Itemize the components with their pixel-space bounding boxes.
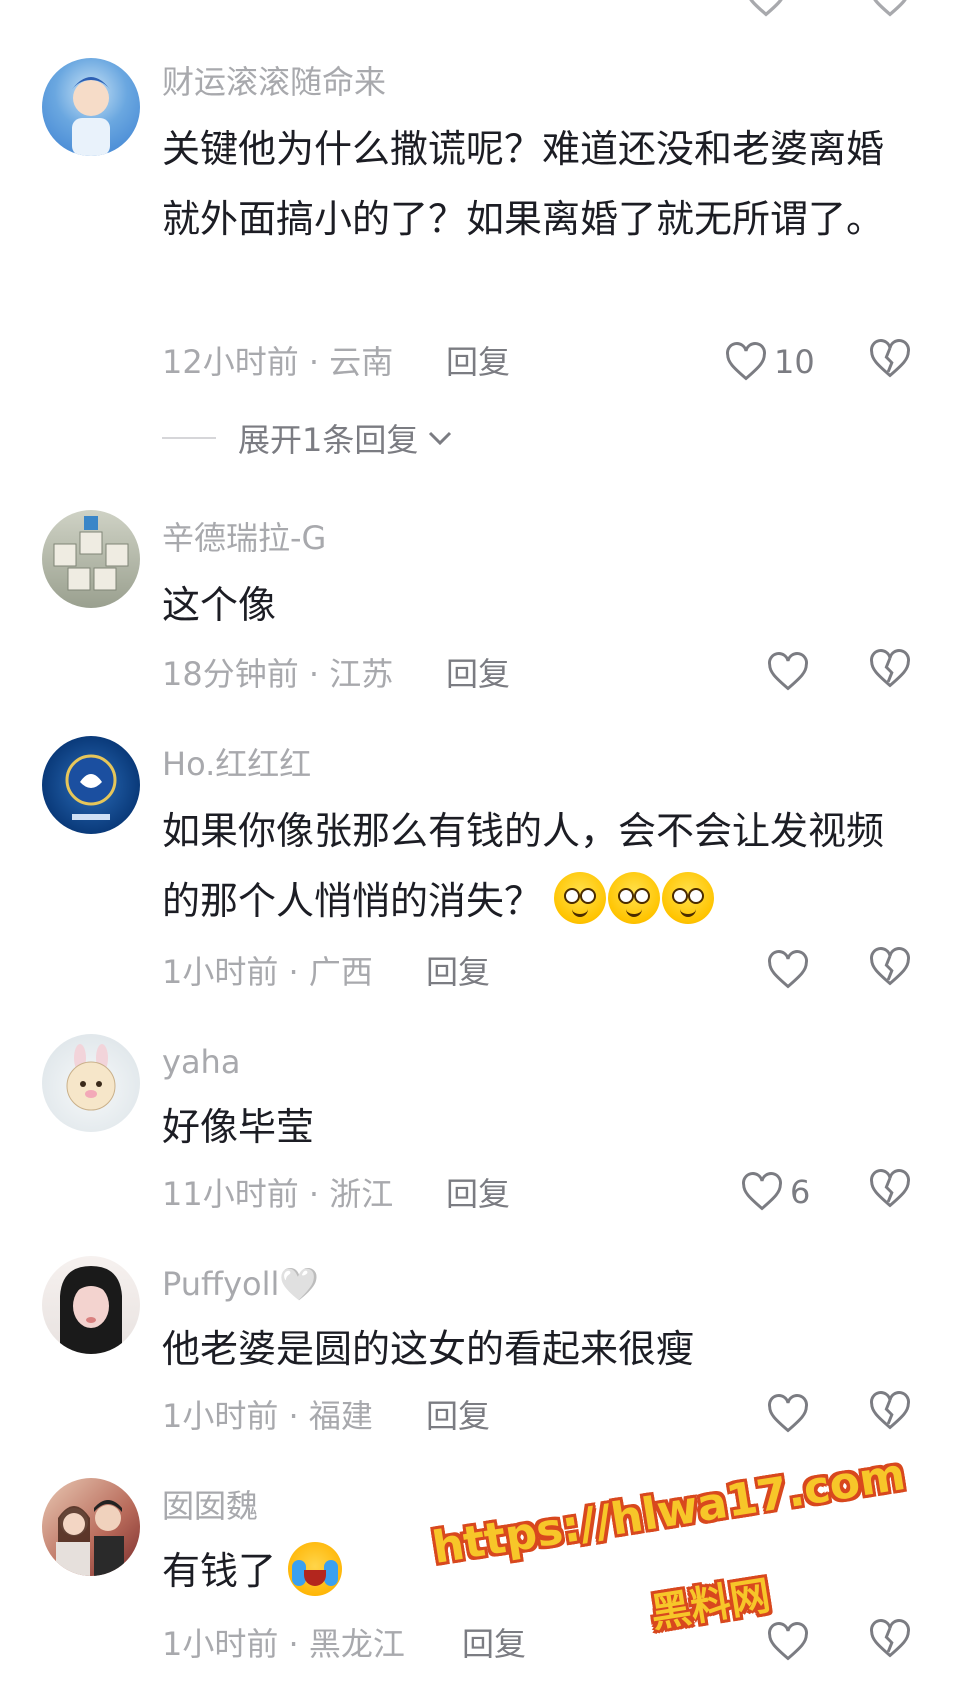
heart-outline-icon — [768, 950, 808, 989]
smile-emoji-icon — [608, 872, 661, 924]
username[interactable]: 辛德瑞拉-G — [162, 518, 326, 558]
like-button[interactable]: 10 — [724, 338, 815, 386]
dislike-button[interactable] — [868, 338, 916, 386]
comment-text: 他老婆是圆的这女的看起来很瘦 — [162, 1327, 695, 1371]
smile-emoji-icon — [554, 872, 607, 924]
reply-button[interactable]: 回复 — [426, 1396, 490, 1436]
dislike-button[interactable] — [868, 1618, 916, 1666]
expand-replies-label: 展开1条回复 — [238, 421, 419, 459]
broken-heart-icon — [870, 1619, 910, 1658]
broken-heart-icon — [870, 947, 910, 986]
like-count: 10 — [774, 343, 815, 381]
heart-outline-icon — [768, 652, 808, 691]
comment-text: 这个像 — [162, 583, 277, 627]
comment-text: 关键他为什么撒谎呢？难道还没和老婆离婚就外面搞小的了？如果离婚了就无所谓了。 — [162, 127, 885, 241]
reply-button[interactable]: 回复 — [426, 952, 490, 992]
reply-button[interactable]: 回复 — [446, 1174, 510, 1214]
comment-meta: 1小时前 · 广西 — [162, 953, 373, 991]
broken-heart-icon[interactable] — [868, 0, 912, 18]
avatar[interactable] — [42, 1478, 140, 1576]
comment-meta: 1小时前 · 黑龙江 — [162, 1625, 405, 1663]
username[interactable]: 财运滚滚随命来 — [162, 62, 386, 102]
comment-meta: 1小时前 · 福建 — [162, 1397, 373, 1435]
divider-line — [162, 437, 216, 439]
username[interactable]: Puffyoll🤍 — [162, 1264, 319, 1304]
heart-outline-icon — [726, 342, 766, 381]
dislike-button[interactable] — [868, 946, 916, 994]
heart-outline-icon[interactable] — [744, 0, 788, 18]
comment-text-body: 如果你像张那么有钱的人，会不会让发视频的那个人悄悄的消失？ — [162, 809, 885, 923]
comment-text-body: 有钱了 — [162, 1549, 277, 1593]
comment-text: 如果你像张那么有钱的人，会不会让发视频的那个人悄悄的消失？ — [162, 796, 902, 936]
previous-comment-partial — [0, 0, 960, 18]
avatar[interactable] — [42, 510, 140, 608]
like-button[interactable]: 6 — [740, 1168, 810, 1216]
broken-heart-icon — [870, 339, 910, 378]
smile-emoji-icon — [662, 872, 715, 924]
heart-outline-icon — [768, 1394, 808, 1433]
like-button[interactable] — [766, 946, 810, 994]
dislike-button[interactable] — [868, 1390, 916, 1438]
heart-outline-icon — [742, 1172, 782, 1211]
username[interactable]: Ho.红红红 — [162, 744, 311, 784]
avatar[interactable] — [42, 58, 140, 156]
username[interactable]: 囡囡魏 — [162, 1486, 258, 1526]
broken-heart-icon — [870, 649, 910, 688]
broken-heart-icon — [870, 1391, 910, 1430]
avatar[interactable] — [42, 1256, 140, 1354]
avatar[interactable] — [42, 736, 140, 834]
chevron-down-icon — [429, 431, 452, 446]
heart-outline-icon — [768, 1622, 808, 1661]
expand-replies-button[interactable]: 展开1条回复 — [162, 418, 454, 459]
like-button[interactable] — [766, 1390, 810, 1438]
reply-button[interactable]: 回复 — [446, 654, 510, 694]
comment-meta: 11小时前 · 浙江 — [162, 1175, 394, 1213]
comment-text: 好像毕莹 — [162, 1105, 315, 1149]
username[interactable]: yaha — [162, 1042, 240, 1082]
crying-laughing-emoji-icon — [288, 1542, 343, 1596]
dislike-button[interactable] — [868, 648, 916, 696]
broken-heart-icon — [870, 1169, 910, 1208]
avatar[interactable] — [42, 1034, 140, 1132]
comment-meta: 12小时前 · 云南 — [162, 343, 394, 381]
reply-button[interactable]: 回复 — [446, 342, 510, 382]
like-button[interactable] — [766, 1618, 810, 1666]
reply-button[interactable]: 回复 — [462, 1624, 526, 1664]
like-button[interactable] — [766, 648, 810, 696]
comment-meta: 18分钟前 · 江苏 — [162, 655, 394, 693]
dislike-button[interactable] — [868, 1168, 916, 1216]
like-count: 6 — [790, 1173, 811, 1211]
